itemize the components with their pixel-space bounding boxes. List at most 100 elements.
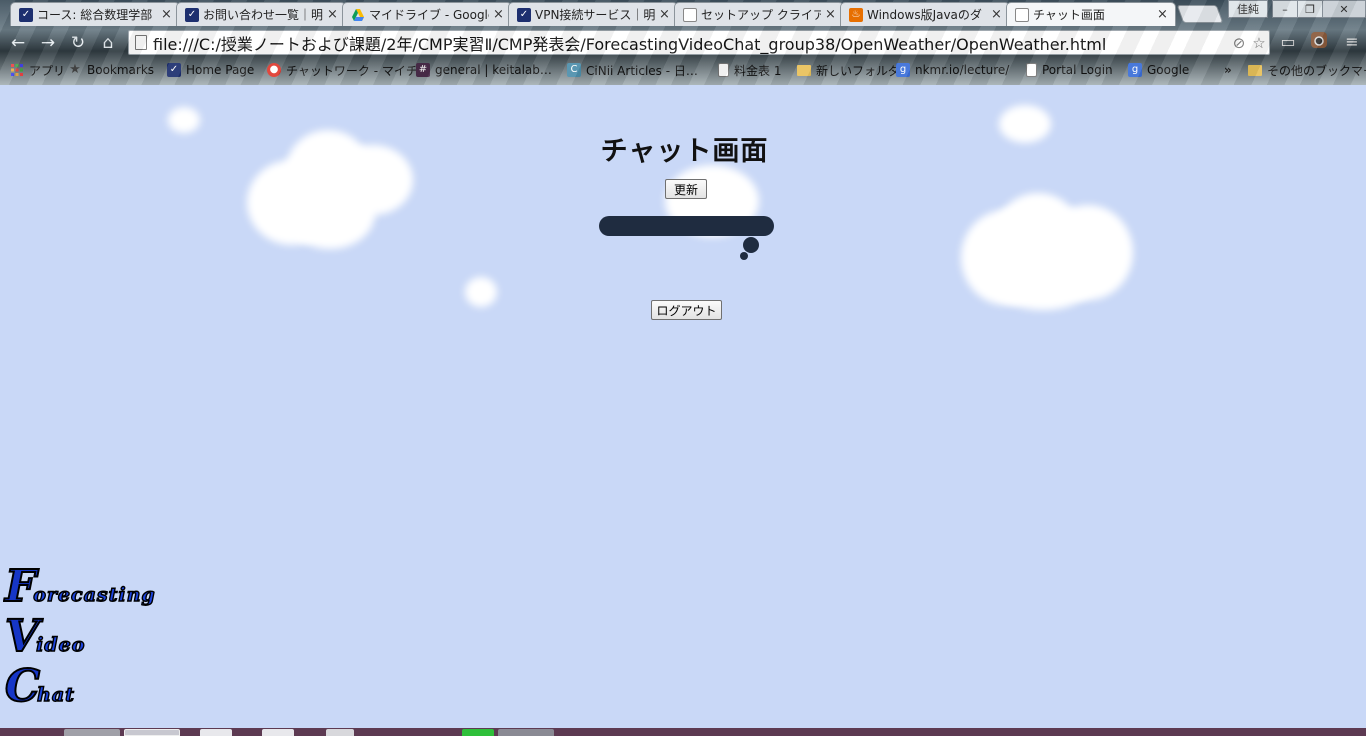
- close-icon[interactable]: ×: [825, 8, 837, 21]
- bookmarks-bar: アプリ ★ Bookmarks ✓ Home Page ● チャットワーク - …: [0, 59, 1366, 81]
- apps-grid-icon: [10, 63, 24, 77]
- bookmark-cinii[interactable]: C CiNii Articles - 日…: [567, 61, 698, 79]
- tab-inquiries[interactable]: ✓ お問い合わせ一覧｜明 ×: [176, 2, 346, 26]
- bookmark-price-list[interactable]: 料金表 1: [718, 61, 781, 79]
- logo-line-forecasting: F orecasting: [4, 560, 156, 612]
- tab-title: お問い合わせ一覧｜明: [203, 8, 323, 22]
- page-icon: [135, 35, 147, 50]
- restore-icon: ❐: [1305, 2, 1315, 16]
- bookmark-label: 新しいフォルダ: [816, 63, 901, 78]
- bookmark-home-page[interactable]: ✓ Home Page: [167, 61, 254, 79]
- url-text[interactable]: file:///C:/授業ノートおよび課題/2年/CMP実習Ⅱ/CMP発表会/F…: [153, 31, 1229, 55]
- bookmark-chatwork[interactable]: ● チャットワーク - マイチ…: [267, 61, 430, 79]
- refresh-button[interactable]: 更新: [665, 179, 707, 199]
- reload-icon: ↻: [70, 33, 86, 53]
- taskbar-item-chrome[interactable]: [124, 729, 180, 736]
- taskbar-item[interactable]: [262, 729, 294, 736]
- logo-capital: F: [4, 561, 37, 612]
- minimize-icon: –: [1282, 2, 1288, 16]
- bookmark-nkmr[interactable]: g nkmr.io/lecture/: [896, 61, 1009, 79]
- back-arrow-icon: ←: [10, 33, 26, 53]
- bookmark-label: general | keitalab…: [435, 63, 552, 77]
- folder-icon: [1248, 64, 1262, 76]
- back-button[interactable]: ←: [8, 33, 28, 53]
- taskbar-item[interactable]: [498, 729, 554, 736]
- drive-icon: [351, 8, 365, 22]
- bookmark-apps[interactable]: アプリ: [10, 61, 65, 79]
- bookmark-label: Google: [1147, 63, 1190, 77]
- logo-word: hat: [36, 683, 75, 706]
- forward-button[interactable]: →: [38, 33, 58, 53]
- logo-word: ideo: [35, 633, 86, 656]
- chat-bubble-tail: [740, 252, 748, 260]
- v-mark-icon: ✓: [185, 7, 199, 22]
- bookmark-new-folder[interactable]: 新しいフォルダ: [797, 61, 900, 79]
- page-viewport: チャット画面 更新 ログアウト F orecasting V ideo C ha…: [3, 85, 1366, 728]
- cinii-icon: C: [567, 63, 581, 77]
- tab-title: チャット画面: [1033, 8, 1105, 22]
- tab-drive[interactable]: マイドライブ - Google ×: [342, 2, 512, 26]
- taskbar-item[interactable]: [326, 729, 354, 736]
- bookmark-label: Home Page: [186, 63, 255, 77]
- reload-button[interactable]: ↻: [68, 33, 88, 53]
- tab-vpn[interactable]: ✓ VPN接続サービス｜明 ×: [508, 2, 678, 26]
- home-icon: ⌂: [102, 33, 114, 53]
- bookmark-label: 料金表 1: [734, 63, 782, 78]
- close-icon: ✕: [1339, 2, 1349, 16]
- browser-toolbar: ← → ↻ ⌂ file:///C:/授業ノートおよび課題/2年/CMP実習Ⅱ/…: [0, 27, 1366, 58]
- close-icon[interactable]: ×: [327, 8, 339, 21]
- bookmark-label: その他のブックマーク: [1267, 63, 1366, 78]
- cloud: [465, 277, 497, 307]
- page-title: チャット画面: [600, 136, 769, 167]
- tab-course[interactable]: ✓ コース: 総合数理学部 ×: [10, 2, 180, 26]
- logout-button[interactable]: ログアウト: [651, 300, 722, 320]
- v-mark-icon: ✓: [19, 7, 33, 22]
- bookmark-slack[interactable]: # general | keitalab…: [416, 61, 552, 79]
- cloud: [285, 177, 375, 249]
- cloud: [988, 245, 1098, 310]
- close-icon[interactable]: ×: [161, 8, 173, 21]
- page-icon: [718, 63, 729, 77]
- bookmarks-overflow-button[interactable]: »: [1224, 61, 1232, 79]
- chat-bubble-bar: [599, 216, 774, 236]
- logo-line-video: V ideo: [4, 610, 156, 662]
- tab-strip: ✓ コース: 総合数理学部 × ✓ お問い合わせ一覧｜明 × マイドライブ - …: [0, 0, 1366, 26]
- close-window-button[interactable]: ✕: [1322, 0, 1366, 18]
- menu-icon[interactable]: ≡: [1340, 31, 1364, 53]
- minimize-button[interactable]: –: [1272, 0, 1298, 18]
- taskbar-item[interactable]: [200, 729, 232, 736]
- chatwork-icon: ●: [267, 63, 281, 77]
- profile-button[interactable]: 佳純: [1228, 0, 1268, 18]
- bookmark-label: Bookmarks: [87, 63, 155, 77]
- logo-capital: V: [4, 611, 40, 662]
- close-icon[interactable]: ×: [493, 8, 505, 21]
- logo-word: orecasting: [33, 583, 156, 606]
- folder-icon: [797, 64, 811, 76]
- star-icon[interactable]: ☆: [1249, 34, 1269, 52]
- cast-icon[interactable]: ▭: [1276, 31, 1300, 53]
- v-mark-icon: ✓: [167, 63, 181, 77]
- page-icon: [683, 7, 697, 22]
- tab-setup-client[interactable]: セットアップ クライアント ×: [674, 2, 844, 26]
- tab-chat-screen[interactable]: チャット画面 ×: [1006, 2, 1176, 26]
- close-icon[interactable]: ×: [659, 8, 671, 21]
- page-icon: [1026, 63, 1037, 77]
- taskbar: [0, 728, 1366, 736]
- taskbar-item-line[interactable]: [462, 729, 494, 736]
- page-icon: [1015, 7, 1029, 22]
- address-bar[interactable]: file:///C:/授業ノートおよび課題/2年/CMP実習Ⅱ/CMP発表会/F…: [128, 30, 1270, 55]
- bookmark-portal-login[interactable]: Portal Login: [1026, 61, 1113, 79]
- close-icon[interactable]: ×: [991, 8, 1003, 21]
- taskbar-item[interactable]: [64, 729, 120, 736]
- new-tab-button[interactable]: [1176, 5, 1224, 23]
- close-icon[interactable]: ×: [1157, 8, 1169, 21]
- tab-title: マイドライブ - Google: [369, 8, 489, 22]
- restore-button[interactable]: ❐: [1297, 0, 1323, 18]
- home-button[interactable]: ⌂: [98, 33, 118, 53]
- bookmark-bookmarks[interactable]: ★ Bookmarks: [68, 61, 154, 79]
- instagram-icon[interactable]: [1307, 31, 1331, 53]
- bookmark-other-bookmarks[interactable]: その他のブックマーク: [1248, 61, 1366, 79]
- tab-java[interactable]: ♨ Windows版Javaのダ ×: [840, 2, 1010, 26]
- blocked-popup-icon[interactable]: ⊘: [1229, 34, 1249, 52]
- bookmark-google[interactable]: g Google: [1128, 61, 1189, 79]
